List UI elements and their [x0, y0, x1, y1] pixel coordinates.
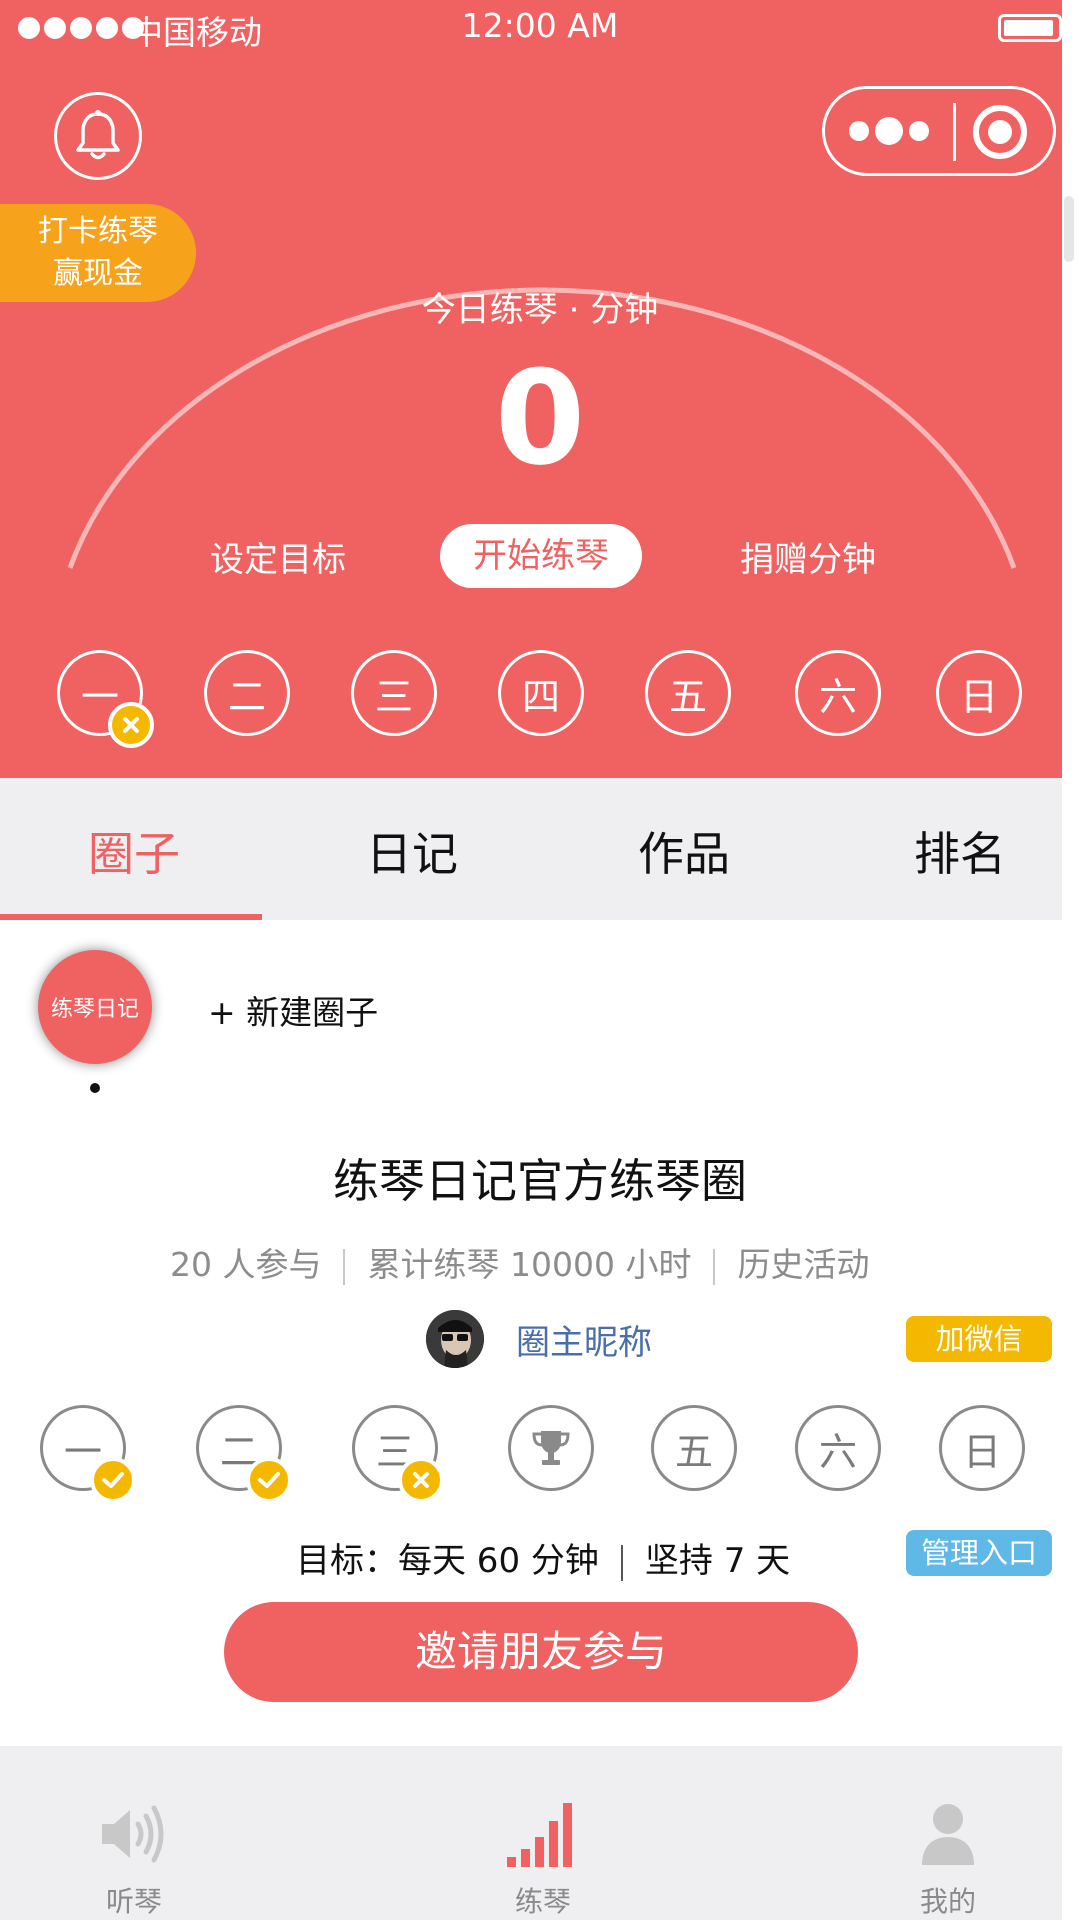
day-label: 六 — [818, 1429, 857, 1474]
manage-button[interactable]: 管理入口 — [906, 1530, 1052, 1576]
nav-mine[interactable]: 我的 — [858, 1746, 1038, 1920]
scrollbar[interactable] — [1064, 196, 1074, 262]
weekday-label: 四 — [521, 674, 560, 719]
done-badge — [246, 1457, 292, 1503]
status-time: 12:00 AM — [461, 6, 619, 45]
participants-count: 20 人参与 — [170, 1245, 322, 1284]
start-practice-button[interactable]: 开始练琴 — [440, 524, 642, 588]
weekday-thu[interactable]: 四 — [498, 650, 584, 736]
speaker-icon — [102, 1805, 164, 1863]
more-icon[interactable] — [849, 117, 929, 145]
circle-title: 练琴日记官方练琴圈 — [333, 1154, 747, 1208]
weekday-label: 五 — [668, 674, 707, 719]
weekday-label: 日 — [959, 674, 998, 719]
tab-bar: 圈子 日记 作品 排名 — [0, 778, 1062, 920]
missed-badge — [398, 1457, 444, 1503]
battery-icon — [998, 14, 1062, 42]
new-circle-button[interactable]: + 新建圈子 — [208, 986, 378, 1034]
notification-button[interactable] — [54, 92, 142, 180]
check-icon — [258, 1472, 280, 1488]
history-link[interactable]: 历史活动 — [737, 1245, 869, 1284]
tab-circle[interactable]: 圈子 — [88, 818, 180, 884]
bar-chart-icon — [507, 1803, 572, 1867]
circle-day-fri[interactable]: 五 — [651, 1405, 737, 1491]
nav-practice[interactable]: 练琴 — [453, 1746, 633, 1920]
divider — [713, 1248, 716, 1285]
circle-day-thu[interactable] — [508, 1405, 594, 1491]
today-label: 今日练琴 · 分钟 — [421, 290, 659, 330]
weekday-sat[interactable]: 六 — [795, 650, 881, 736]
circle-avatar-label: 练琴日记 — [50, 997, 139, 1022]
invite-friends-button[interactable]: 邀请朋友参与 — [224, 1602, 858, 1702]
circle-day-sun[interactable]: 日 — [939, 1405, 1025, 1491]
trophy-icon — [532, 1431, 570, 1465]
tab-indicator — [0, 914, 262, 920]
selected-indicator — [90, 1083, 100, 1093]
day-label: 日 — [962, 1429, 1001, 1474]
nav-label: 我的 — [919, 1885, 976, 1918]
add-wechat-button[interactable]: 加微信 — [906, 1316, 1052, 1362]
x-icon — [413, 1472, 429, 1488]
today-minutes: 0 — [494, 342, 586, 494]
owner-photo — [426, 1310, 484, 1368]
set-goal-button[interactable]: 设定目标 — [210, 532, 346, 581]
capsule-divider — [953, 103, 956, 161]
tab-ranking[interactable]: 排名 — [914, 818, 1006, 884]
weekday-fri[interactable]: 五 — [645, 650, 731, 736]
owner-avatar[interactable] — [426, 1310, 484, 1368]
circle-stats: 20 人参与 累计练琴 10000 小时 历史活动 — [170, 1238, 869, 1286]
weekday-label: 三 — [374, 674, 413, 719]
nav-listen[interactable]: 听琴 — [44, 1746, 224, 1920]
nav-label: 练琴 — [514, 1885, 571, 1918]
bottom-nav: 听琴 练琴 我的 — [0, 1746, 1062, 1920]
weekday-tue[interactable]: 二 — [204, 650, 290, 736]
day-label: 五 — [674, 1429, 713, 1474]
weekday-sun[interactable]: 日 — [936, 650, 1022, 736]
close-miniprogram-icon[interactable] — [973, 105, 1027, 159]
weekday-label: 二 — [227, 674, 266, 719]
weekday-wed[interactable]: 三 — [351, 650, 437, 736]
done-badge — [90, 1457, 136, 1503]
check-icon — [102, 1472, 124, 1488]
promo-line1: 打卡练琴 — [38, 214, 158, 249]
tab-works[interactable]: 作品 — [638, 818, 730, 884]
status-bar: 中国移动 12:00 AM — [0, 0, 1062, 56]
weekday-label: 六 — [818, 674, 857, 719]
owner-name[interactable]: 圈主昵称 — [516, 1315, 652, 1364]
practice-header: 中国移动 12:00 AM 打卡练琴 赢现金 今日练琴 · 分钟 0 设定目标 … — [0, 0, 1062, 778]
goal-text: 目标：每天 60 分钟 — [296, 1541, 599, 1581]
miniprogram-capsule — [822, 86, 1056, 176]
missed-badge — [108, 702, 154, 748]
nav-label: 听琴 — [105, 1885, 162, 1918]
goal-summary: 目标：每天 60 分钟 坚持 7 天 — [296, 1533, 790, 1582]
bell-icon — [76, 110, 120, 160]
persist-text: 坚持 7 天 — [644, 1541, 791, 1581]
tab-diary[interactable]: 日记 — [366, 818, 458, 884]
x-icon — [123, 717, 139, 733]
user-icon — [922, 1804, 974, 1865]
total-practice: 累计练琴 10000 小时 — [367, 1245, 692, 1284]
circle-day-sat[interactable]: 六 — [795, 1405, 881, 1491]
circle-avatar[interactable]: 练琴日记 — [38, 950, 152, 1064]
divider — [620, 1544, 623, 1581]
donate-minutes-button[interactable]: 捐赠分钟 — [740, 532, 876, 581]
divider — [343, 1248, 346, 1285]
